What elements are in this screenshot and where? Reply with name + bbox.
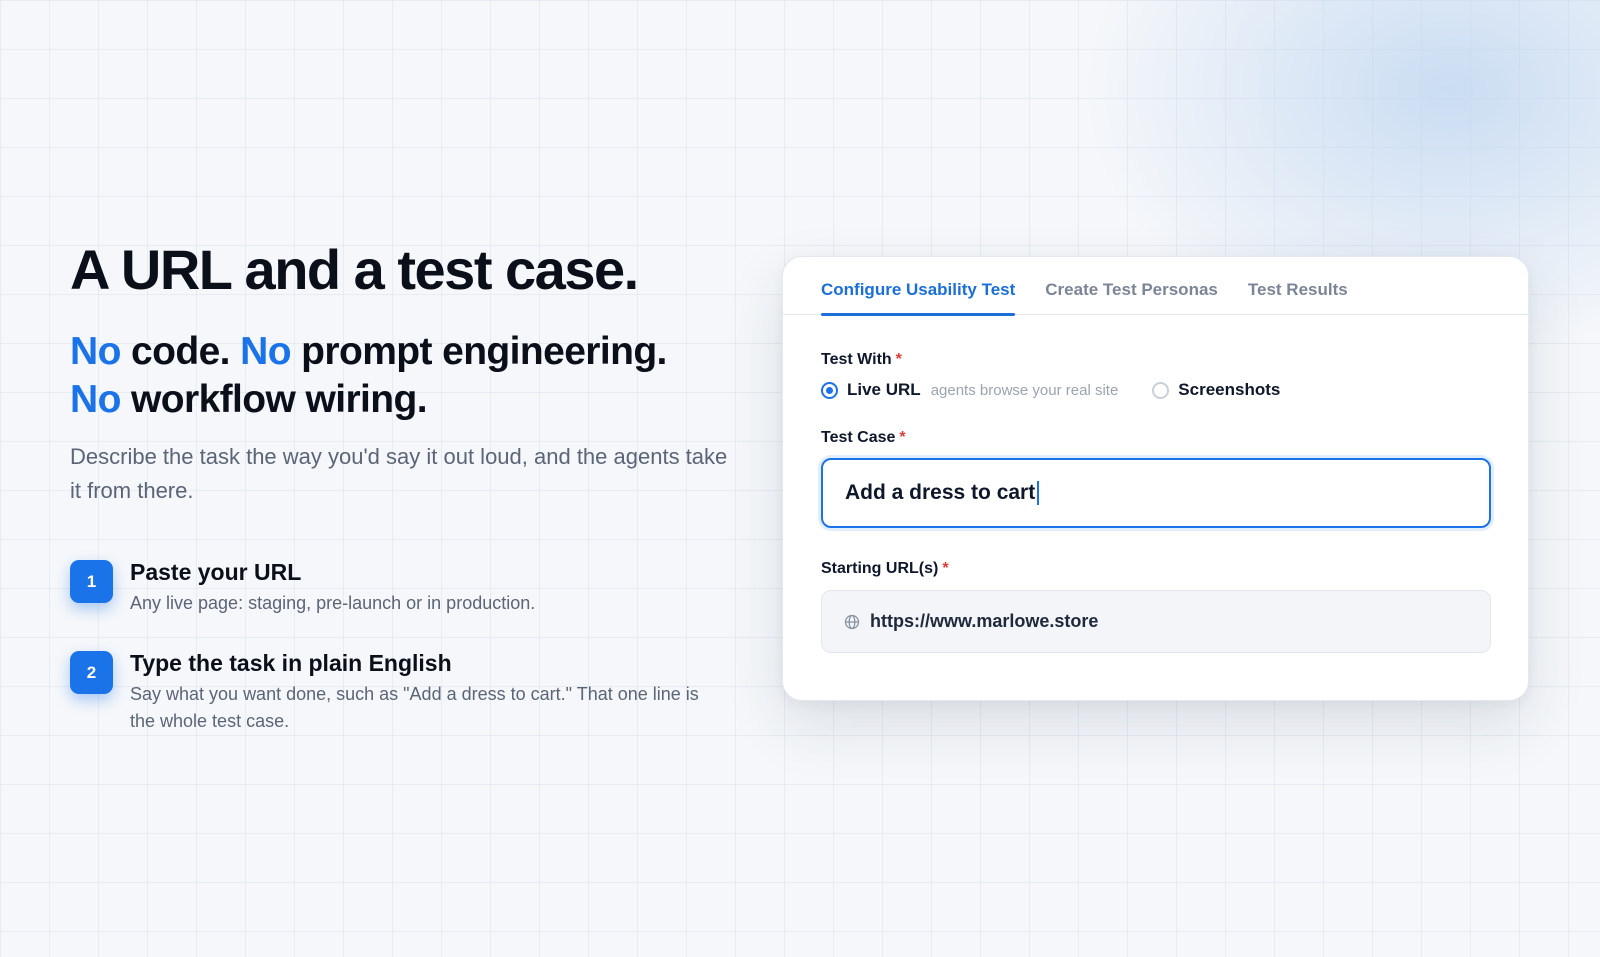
hero-description: Describe the task the way you'd say it o… bbox=[70, 444, 728, 503]
sub-accent: No bbox=[240, 330, 291, 373]
starting-url-input[interactable]: https://www.marlowe.store bbox=[821, 590, 1491, 653]
steps-list: 1 Paste your URL Any live page: staging,… bbox=[70, 558, 730, 735]
tab-test-results[interactable]: Test Results bbox=[1248, 257, 1348, 315]
text-caret bbox=[1037, 481, 1040, 505]
test-case-input[interactable]: Add a dress to cart bbox=[821, 458, 1491, 528]
subheadline: No code. No prompt engineering. No workf… bbox=[70, 328, 730, 424]
step-description: Say what you want done, such as "Add a d… bbox=[130, 684, 699, 731]
hero-section: A URL and a test case. No code. No promp… bbox=[70, 238, 730, 767]
test-case-value[interactable]: Add a dress to cart bbox=[845, 481, 1035, 505]
tab-bar: Configure Usability Test Create Test Per… bbox=[783, 257, 1528, 316]
radio-screenshots[interactable]: Screenshots bbox=[1152, 380, 1280, 400]
test-case-label: Test Case * bbox=[821, 429, 1490, 447]
sub-text: workflow wiring. bbox=[120, 378, 428, 421]
step-number-badge: 1 bbox=[70, 560, 113, 603]
subheadline-line-1: No code. No prompt engineering. bbox=[70, 328, 730, 376]
usability-test-card: Configure Usability Test Create Test Per… bbox=[782, 256, 1529, 701]
radio-unselected-indicator[interactable] bbox=[1152, 381, 1170, 399]
tab-configure-usability-test[interactable]: Configure Usability Test bbox=[821, 257, 1016, 316]
starting-url-label: Starting URL(s) * bbox=[821, 560, 1490, 578]
subheadline-line-2: No workflow wiring. bbox=[70, 376, 730, 424]
test-with-label: Test With * bbox=[821, 351, 1490, 369]
sub-text: prompt engineering. bbox=[290, 330, 667, 373]
sub-accent: No bbox=[70, 378, 121, 421]
page-title: A URL and a test case. bbox=[70, 238, 639, 301]
step-item: 2 Type the task in plain English Say wha… bbox=[70, 649, 730, 735]
starting-url-value[interactable]: https://www.marlowe.store bbox=[870, 611, 1098, 632]
radio-live-url-label[interactable]: Live URL bbox=[847, 380, 921, 400]
required-mark: * bbox=[899, 429, 906, 446]
step-title: Paste your URL bbox=[130, 559, 302, 585]
test-config-form: Test With * Live URL agents browse your r… bbox=[783, 315, 1528, 653]
required-mark: * bbox=[942, 560, 949, 577]
required-mark: * bbox=[895, 351, 902, 368]
test-with-label-text: Test With bbox=[821, 351, 892, 368]
starting-url-label-text: Starting URL(s) bbox=[821, 560, 939, 577]
test-with-radio-group: Live URL agents browse your real site Sc… bbox=[821, 379, 1490, 401]
globe-icon bbox=[844, 614, 860, 629]
sub-accent: No bbox=[70, 330, 121, 373]
step-number-badge: 2 bbox=[70, 651, 113, 694]
test-case-label-text: Test Case bbox=[821, 429, 896, 446]
step-body: Paste your URL Any live page: staging, p… bbox=[130, 558, 710, 617]
step-item: 1 Paste your URL Any live page: staging,… bbox=[70, 558, 730, 617]
step-title: Type the task in plain English bbox=[130, 650, 452, 676]
sub-text: code. bbox=[120, 330, 241, 373]
radio-selected-indicator[interactable] bbox=[821, 381, 838, 399]
tab-create-test-personas[interactable]: Create Test Personas bbox=[1045, 257, 1218, 315]
radio-screenshots-label[interactable]: Screenshots bbox=[1178, 380, 1280, 400]
step-body: Type the task in plain English Say what … bbox=[130, 649, 710, 735]
radio-live-url[interactable]: Live URL agents browse your real site bbox=[821, 380, 1118, 400]
radio-live-url-hint: agents browse your real site bbox=[930, 381, 1119, 399]
step-description: Any live page: staging, pre-launch or in… bbox=[130, 593, 536, 613]
